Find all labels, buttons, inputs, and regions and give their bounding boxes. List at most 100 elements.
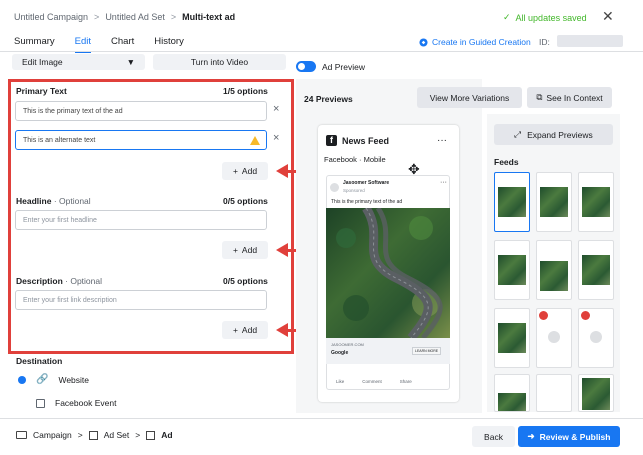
remove-icon[interactable]: × bbox=[273, 132, 279, 144]
check-icon: ✓ bbox=[503, 12, 511, 22]
primary-text-field-2[interactable]: This is an alternate text bbox=[15, 130, 267, 150]
plus-icon: + bbox=[232, 166, 238, 176]
error-icon bbox=[581, 311, 590, 320]
caret-down-icon: ▼ bbox=[126, 57, 135, 67]
edit-image-label: Edit Image bbox=[22, 57, 63, 67]
destination-option-label: Website bbox=[58, 374, 90, 385]
feed-thumbnail[interactable] bbox=[578, 240, 614, 300]
expand-previews-label: Expand Previews bbox=[527, 129, 593, 140]
feed-thumbnail[interactable] bbox=[494, 374, 530, 412]
destination-option-event[interactable]: Facebook Event bbox=[36, 398, 116, 408]
post-more-icon: ··· bbox=[440, 179, 447, 186]
destination-title: Destination bbox=[16, 356, 63, 366]
like-button[interactable]: Like bbox=[336, 379, 344, 384]
edit-image-dropdown[interactable]: Edit Image ▼ bbox=[12, 54, 145, 70]
chevron-right-icon: > bbox=[94, 12, 100, 22]
headline-optional: · Optional bbox=[53, 196, 91, 206]
feed-thumbnail[interactable] bbox=[494, 172, 530, 232]
breadcrumb: Untitled Campaign > Untitled Ad Set > Mu… bbox=[14, 12, 235, 22]
footer-crumb-ad-set[interactable]: Ad Set bbox=[104, 430, 130, 440]
breadcrumb-campaign[interactable]: Untitled Campaign bbox=[14, 12, 88, 22]
add-primary-text-button[interactable]: + Add bbox=[222, 162, 268, 180]
feed-thumbnail[interactable] bbox=[494, 240, 530, 300]
add-label: Add bbox=[241, 325, 258, 335]
advertiser-name: Jasoomer Software bbox=[343, 180, 390, 186]
destination-option-label: Facebook Event bbox=[55, 398, 117, 408]
ad-preview-toggle[interactable]: Ad Preview bbox=[296, 61, 365, 72]
learn-more-button[interactable]: LEARN MORE bbox=[412, 347, 442, 355]
arrow-right-icon: ➜ bbox=[527, 431, 535, 441]
share-button[interactable]: Share bbox=[400, 379, 412, 384]
ad-image bbox=[326, 208, 450, 338]
guided-creation-link[interactable]: Create in Guided Creation bbox=[419, 37, 531, 47]
see-in-context-button[interactable]: ⧉ See In Context bbox=[527, 87, 612, 108]
view-more-variations-button[interactable]: View More Variations bbox=[417, 87, 522, 108]
chevron-right-icon: > bbox=[135, 430, 141, 440]
messenger-icon bbox=[548, 331, 560, 343]
primary-text-field-1[interactable]: This is the primary text of the ad bbox=[15, 101, 267, 121]
warning-icon bbox=[250, 136, 260, 145]
save-status-label: All updates saved bbox=[515, 12, 587, 23]
review-publish-label: Review & Publish bbox=[539, 431, 611, 442]
divider bbox=[0, 51, 643, 52]
primary-text-field-2-value: This is an alternate text bbox=[23, 136, 96, 144]
see-in-context-label: See In Context bbox=[546, 92, 603, 103]
placement-name: News Feed bbox=[342, 135, 390, 146]
breadcrumb-ad: Multi-text ad bbox=[182, 12, 236, 22]
folder-icon bbox=[16, 431, 27, 439]
primary-text-count: 1/5 options bbox=[223, 86, 268, 96]
footer-breadcrumb: Campaign > Ad Set > Ad bbox=[16, 430, 173, 440]
primary-text-title: Primary Text bbox=[16, 86, 67, 96]
add-label: Add bbox=[241, 166, 258, 176]
previews-count: 24 Previews bbox=[304, 94, 353, 104]
divider bbox=[0, 418, 643, 419]
add-label: Add bbox=[241, 245, 258, 255]
review-publish-button[interactable]: ➜ Review & Publish bbox=[518, 426, 620, 447]
description-title-label: Description bbox=[16, 276, 63, 286]
feed-thumbnail[interactable] bbox=[578, 172, 614, 232]
more-options-icon[interactable]: ··· bbox=[437, 135, 447, 146]
feed-thumbnail[interactable] bbox=[536, 172, 572, 232]
ad-icon bbox=[146, 430, 156, 440]
save-status: ✓ All updates saved bbox=[503, 12, 587, 23]
close-icon[interactable]: ✕ bbox=[602, 8, 614, 25]
external-link-icon: ⧉ bbox=[536, 92, 543, 102]
footer-crumb-ad[interactable]: Ad bbox=[161, 430, 172, 440]
placement-platform: Facebook · Mobile bbox=[324, 155, 386, 164]
calendar-icon bbox=[36, 398, 45, 408]
expand-icon: ⤢ bbox=[514, 129, 522, 139]
plus-icon: + bbox=[232, 245, 238, 255]
toggle-switch[interactable] bbox=[296, 61, 316, 72]
expand-previews-button[interactable]: ⤢ Expand Previews bbox=[494, 124, 613, 145]
back-button[interactable]: Back bbox=[472, 426, 515, 447]
feeds-label: Feeds bbox=[494, 157, 519, 167]
destination-option-website[interactable]: 🔗 Website bbox=[18, 374, 89, 385]
turn-into-video-button[interactable]: Turn into Video bbox=[153, 54, 286, 70]
post-text: This is the primary text of the ad bbox=[331, 199, 403, 205]
description-optional: · Optional bbox=[65, 276, 102, 286]
description-count: 0/5 options bbox=[223, 276, 268, 286]
headline-title-label: Headline bbox=[16, 196, 52, 206]
remove-icon[interactable]: × bbox=[273, 103, 279, 115]
comment-button[interactable]: Comment bbox=[362, 379, 382, 384]
chevron-right-icon: > bbox=[170, 12, 177, 22]
guided-creation-label: Create in Guided Creation bbox=[432, 37, 531, 47]
error-icon bbox=[539, 311, 548, 320]
ad-id-value bbox=[557, 35, 623, 47]
feed-thumbnail[interactable] bbox=[494, 308, 530, 368]
add-headline-button[interactable]: + Add bbox=[222, 241, 268, 259]
guided-creation-icon bbox=[419, 37, 428, 47]
link-domain: JASOOMER.COM bbox=[331, 342, 364, 347]
add-description-button[interactable]: + Add bbox=[222, 321, 268, 339]
radio-selected[interactable] bbox=[18, 375, 26, 384]
headline-field[interactable]: Enter your first headline bbox=[15, 210, 267, 230]
post-actions: Like Comment Share bbox=[336, 379, 412, 384]
feed-thumbnail[interactable] bbox=[536, 374, 572, 412]
description-title: Description · Optional bbox=[16, 276, 102, 286]
description-field[interactable]: Enter your first link description bbox=[15, 290, 267, 310]
facebook-icon: f bbox=[326, 135, 337, 146]
breadcrumb-ad-set[interactable]: Untitled Ad Set bbox=[105, 12, 165, 22]
footer-crumb-campaign[interactable]: Campaign bbox=[33, 430, 72, 440]
feed-thumbnail[interactable] bbox=[536, 240, 572, 300]
feed-thumbnail[interactable] bbox=[578, 374, 614, 412]
